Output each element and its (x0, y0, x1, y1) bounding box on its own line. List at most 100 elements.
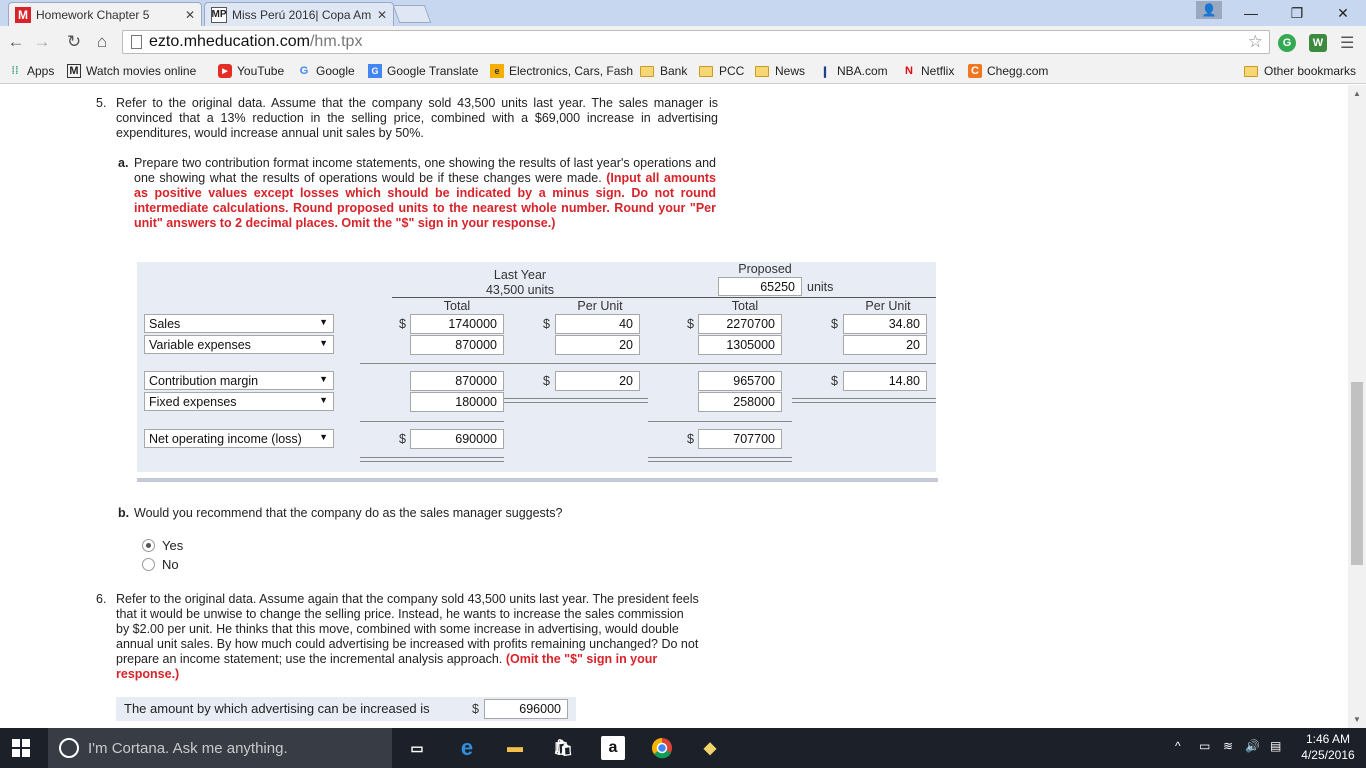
restore-button[interactable]: ❐ (1274, 0, 1320, 26)
cm-per-unit-proposed[interactable]: 14.80 (843, 371, 927, 391)
cm-per-unit-last-year[interactable]: 20 (555, 371, 640, 391)
row-label-select[interactable]: Fixed expenses ▼ (144, 392, 334, 411)
dropdown-arrow-icon: ▼ (319, 338, 328, 348)
question-5-text: Refer to the original data. Assume that … (116, 96, 718, 140)
row-label-select[interactable]: Contribution margin ▼ (144, 371, 334, 390)
wifi-icon[interactable]: ≋ (1223, 739, 1233, 753)
bookmark-ebay[interactable]: e Electronics, Cars, Fash (490, 62, 633, 80)
minimize-button[interactable]: — (1228, 0, 1274, 26)
sales-total-last-year[interactable]: 1740000 (410, 314, 504, 334)
scrollbar-thumb[interactable] (1351, 382, 1363, 565)
sales-per-unit-proposed[interactable]: 34.80 (843, 314, 927, 334)
amazon-icon[interactable]: a (601, 736, 625, 760)
fixed-total-last-year[interactable]: 180000 (410, 392, 504, 412)
scroll-down-arrow-icon[interactable]: ▼ (1353, 715, 1361, 724)
bookmark-pcc[interactable]: PCC (699, 62, 744, 80)
subtotal-rule (648, 421, 792, 422)
netflix-icon: N (905, 65, 913, 77)
question-number: 5. (96, 96, 107, 110)
edge-browser-icon[interactable]: e (455, 735, 479, 760)
bookmark-news[interactable]: News (755, 62, 805, 80)
scroll-up-arrow-icon[interactable]: ▲ (1353, 89, 1361, 98)
url-host: ezto.mheducation.com (149, 33, 310, 50)
noi-total-last-year[interactable]: 690000 (410, 429, 504, 449)
file-explorer-icon[interactable]: ▬ (503, 736, 527, 760)
bookmark-watch-movies[interactable]: M Watch movies online (67, 62, 196, 80)
bookmark-bank[interactable]: Bank (640, 62, 687, 80)
bookmark-google[interactable]: G Google (297, 62, 355, 80)
windows-start-icon[interactable] (12, 739, 30, 757)
header-rule (392, 297, 648, 298)
double-underline (648, 457, 792, 458)
noi-total-proposed[interactable]: 707700 (698, 429, 782, 449)
browser-toolbar: ← → ↻ ⌂ ezto.mheducation.com/hm.tpx ☆ G … (0, 26, 1366, 58)
chrome-menu-icon[interactable]: ☰ (1340, 33, 1354, 53)
sales-per-unit-last-year[interactable]: 40 (555, 314, 640, 334)
radio-no[interactable] (142, 558, 155, 571)
bookmark-google-translate[interactable]: G Google Translate (368, 62, 478, 80)
variable-total-last-year[interactable]: 870000 (410, 335, 504, 355)
proposed-header: Proposed (738, 262, 792, 276)
last-year-units: 43,500 units (485, 283, 555, 297)
show-hidden-icons[interactable]: ^ (1175, 739, 1181, 753)
clock-date: 4/25/2016 (1301, 748, 1355, 762)
reload-icon[interactable]: ↻ (64, 32, 84, 52)
bookmark-label: Chegg.com (987, 64, 1049, 78)
bookmark-youtube[interactable]: ▶ YouTube (218, 62, 284, 80)
variable-per-unit-proposed[interactable]: 20 (843, 335, 927, 355)
fixed-total-proposed[interactable]: 258000 (698, 392, 782, 412)
taskbar-clock[interactable]: 1:46 AM 4/25/2016 (1294, 731, 1362, 763)
bookmark-apps[interactable]: ⁞⁞ Apps (8, 62, 54, 80)
col-total-last-year: Total (443, 299, 471, 313)
radio-yes[interactable] (142, 539, 155, 552)
store-icon[interactable]: 🛍 (551, 736, 575, 760)
m-site-icon: M (67, 64, 81, 78)
sales-total-proposed[interactable]: 2270700 (698, 314, 782, 334)
address-bar[interactable]: ezto.mheducation.com/hm.tpx ☆ (122, 30, 1270, 54)
bookmark-chegg[interactable]: C Chegg.com (968, 62, 1048, 80)
back-arrow-icon[interactable]: ← (6, 32, 26, 52)
sticky-notes-icon[interactable]: ◆ (698, 736, 722, 760)
col-per-unit-last-year: Per Unit (577, 299, 623, 313)
chrome-icon[interactable] (650, 736, 674, 760)
cortana-search-box[interactable]: I'm Cortana. Ask me anything. (48, 728, 392, 768)
cm-total-proposed[interactable]: 965700 (698, 371, 782, 391)
variable-total-proposed[interactable]: 1305000 (698, 335, 782, 355)
cm-total-last-year[interactable]: 870000 (410, 371, 504, 391)
dollar-sign: $ (399, 317, 406, 331)
task-view-icon[interactable]: ▭ (405, 736, 429, 760)
proposed-units-input[interactable]: 65250 (718, 277, 802, 296)
battery-icon[interactable]: ▭ (1199, 739, 1210, 753)
row-label-select[interactable]: Sales ▼ (144, 314, 334, 333)
advertising-increase-input[interactable]: 696000 (484, 699, 568, 719)
volume-icon[interactable]: 🔊 (1245, 739, 1260, 753)
radio-no-label: No (162, 557, 179, 572)
home-icon[interactable]: ⌂ (92, 32, 112, 52)
question-number: 6. (96, 592, 107, 606)
grammarly-extension-icon[interactable]: G (1278, 34, 1296, 52)
bookmark-other[interactable]: Other bookmarks (1244, 62, 1356, 80)
notifications-icon[interactable]: ▤ (1270, 739, 1281, 753)
tab-miss-peru[interactable]: MP Miss Perú 2016| Copa Am ✕ (204, 2, 394, 26)
close-tab-icon[interactable]: ✕ (185, 8, 195, 22)
close-tab-icon[interactable]: ✕ (377, 8, 387, 22)
row-label-select[interactable]: Net operating income (loss) ▼ (144, 429, 334, 448)
new-tab-button[interactable] (392, 5, 432, 23)
google-translate-icon: G (368, 64, 382, 78)
apps-grid-icon: ⁞⁞ (11, 65, 19, 77)
empty-cell-rule (504, 402, 648, 403)
dollar-sign: $ (687, 432, 694, 446)
bookmark-nba[interactable]: ❙ NBA.com (818, 62, 887, 80)
close-window-button[interactable]: ✕ (1320, 0, 1366, 26)
variable-per-unit-last-year[interactable]: 20 (555, 335, 640, 355)
profile-person-icon[interactable]: 👤 (1196, 1, 1222, 19)
forward-arrow-icon[interactable]: → (32, 32, 52, 52)
page-scrollbar[interactable]: ▲ ▼ (1348, 85, 1366, 728)
tab-homework[interactable]: M Homework Chapter 5 ✕ (8, 2, 202, 26)
row-label-select[interactable]: Variable expenses ▼ (144, 335, 334, 354)
bookmark-label: Apps (27, 64, 55, 78)
bookmark-star-icon[interactable]: ☆ (1248, 32, 1263, 52)
shield-extension-icon[interactable]: W (1309, 34, 1327, 52)
folder-icon (755, 65, 769, 77)
bookmark-netflix[interactable]: N Netflix (902, 62, 954, 80)
